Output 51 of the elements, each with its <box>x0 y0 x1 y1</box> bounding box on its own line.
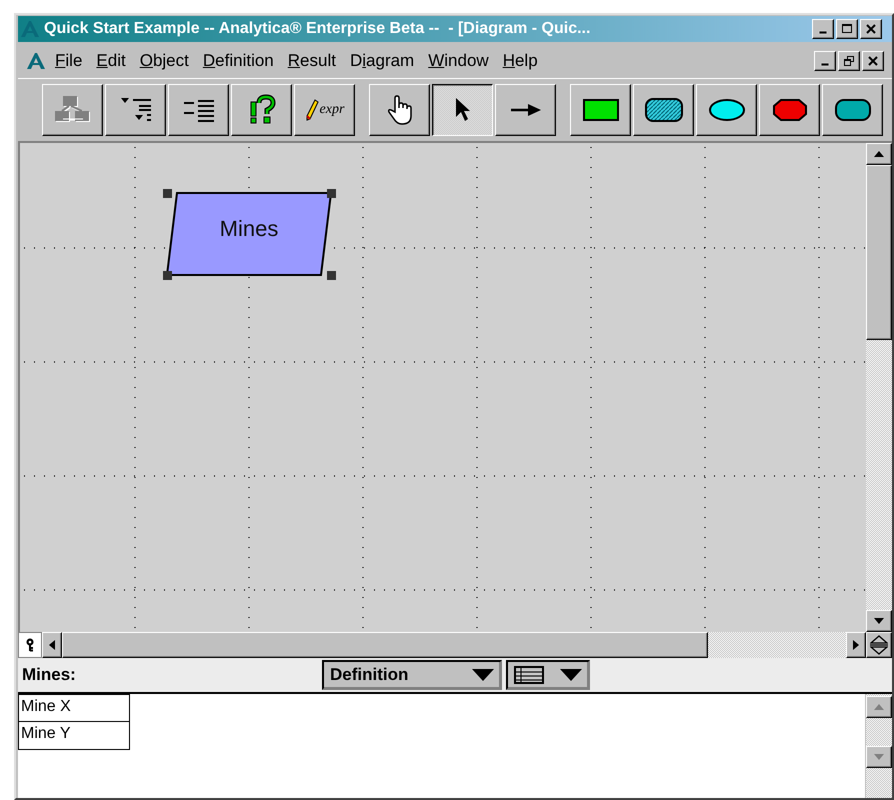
minimize-icon <box>821 63 829 66</box>
dropdown-arrow-icon <box>472 669 494 681</box>
app-logo-icon <box>26 52 46 70</box>
dropdown-arrow-icon <box>560 669 582 681</box>
menu-item[interactable]: Diagram <box>344 49 420 73</box>
vertical-scrollbar[interactable] <box>866 143 892 632</box>
down-triangle-icon <box>874 618 884 624</box>
menu-item[interactable]: Edit <box>91 49 131 73</box>
maximize-icon <box>841 24 853 34</box>
pointer-icon <box>454 97 472 123</box>
table-cell: Mine X <box>18 694 130 722</box>
menu-item[interactable]: Object <box>134 49 194 73</box>
menu-item[interactable]: Window <box>423 49 494 73</box>
restore-icon <box>843 56 855 66</box>
tool-button[interactable] <box>432 84 493 136</box>
menu-item[interactable]: Result <box>282 49 341 73</box>
down-triangle-icon <box>874 754 884 760</box>
minimize-button[interactable] <box>814 51 836 71</box>
menu-item[interactable]: Help <box>498 49 543 73</box>
close-button[interactable] <box>862 51 884 71</box>
menu-item[interactable]: Definition <box>198 49 279 73</box>
minimize-icon <box>819 31 827 34</box>
left-triangle-icon <box>49 640 55 650</box>
node-label: Mines <box>218 216 280 242</box>
table-cell: Mine Y <box>18 722 130 750</box>
view-dropdown[interactable] <box>506 660 590 690</box>
close-icon <box>867 56 879 66</box>
maximize-button[interactable] <box>836 19 858 39</box>
arrow-icon <box>510 103 542 117</box>
scrollbar-thumb[interactable] <box>866 165 892 340</box>
scroll-right-button[interactable] <box>846 632 866 658</box>
hand-icon <box>386 94 412 126</box>
scroll-up-button[interactable] <box>866 143 892 165</box>
key-icon[interactable] <box>18 632 42 658</box>
scroll-left-button[interactable] <box>42 632 62 658</box>
object-name: Mines: <box>22 665 77 685</box>
menu-item[interactable]: File <box>50 49 88 73</box>
table-icon <box>514 666 544 684</box>
scroll-down-button[interactable] <box>866 610 892 632</box>
scrollbar-thumb[interactable] <box>62 632 708 658</box>
window-title: Quick Start Example -- Analytica® Enterprise Beta -- - [Diagram - Quic... <box>44 20 592 38</box>
right-triangle-icon <box>853 640 859 650</box>
tool-button[interactable]: expr <box>294 84 355 136</box>
minimize-button[interactable] <box>812 19 834 39</box>
close-button[interactable] <box>860 19 882 39</box>
up-triangle-icon <box>874 151 884 157</box>
up-triangle-icon <box>874 704 884 710</box>
close-icon <box>865 24 877 34</box>
splitter-icon[interactable] <box>866 632 892 658</box>
attribute-dropdown[interactable]: Definition <box>322 660 502 690</box>
restore-button[interactable] <box>838 51 860 71</box>
